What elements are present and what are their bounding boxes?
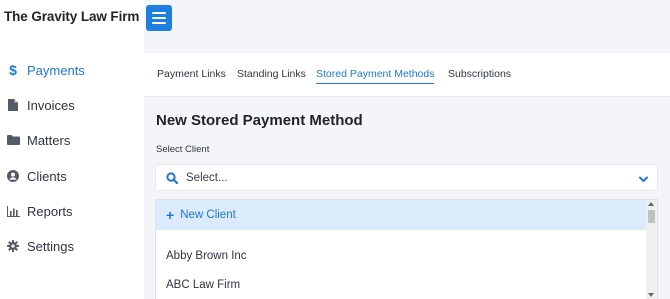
sidebar: The Gravity Law Firm $ Payments Invoices… — [0, 0, 144, 299]
tab-subscriptions[interactable]: Subscriptions — [448, 68, 511, 83]
search-icon — [165, 171, 179, 185]
client-option-label: ABC Law Firm — [166, 279, 241, 291]
tab-payment-links[interactable]: Payment Links — [157, 68, 226, 83]
plus-icon: + — [166, 207, 175, 223]
list-item[interactable]: Abby Brown Inc — [156, 241, 648, 271]
gear-icon — [0, 240, 27, 252]
user-circle-icon — [0, 170, 27, 182]
bar-chart-icon — [0, 205, 27, 217]
sidebar-item-label: Payments — [27, 62, 85, 78]
client-option-label: Abby Brown Inc — [166, 250, 247, 262]
sidebar-item-clients[interactable]: Clients — [0, 164, 144, 188]
sidebar-item-invoices[interactable]: Invoices — [0, 93, 144, 117]
hamburger-menu-icon[interactable] — [146, 5, 172, 31]
new-client-option[interactable]: + New Client — [156, 200, 648, 230]
sidebar-item-reports[interactable]: Reports — [0, 199, 144, 223]
firm-name: The Gravity Law Firm — [4, 9, 140, 24]
chevron-down-icon[interactable] — [638, 172, 649, 190]
new-client-label: New Client — [180, 209, 236, 221]
scroll-down-arrow-icon[interactable] — [648, 293, 654, 297]
client-select[interactable]: Select... — [155, 164, 658, 191]
select-client-label: Select Client — [156, 144, 210, 155]
folder-icon — [0, 135, 27, 145]
client-dropdown-list: + New Client Abby Brown Inc ABC Law Firm — [155, 199, 658, 299]
file-icon — [0, 99, 27, 111]
sidebar-item-label: Settings — [27, 238, 74, 254]
dollar-icon: $ — [9, 62, 17, 78]
sidebar-item-settings[interactable]: Settings — [0, 234, 144, 258]
scroll-up-arrow-icon[interactable] — [648, 202, 654, 206]
sidebar-item-label: Invoices — [27, 97, 75, 113]
top-bar — [144, 0, 670, 53]
select-placeholder: Select... — [186, 171, 228, 184]
sidebar-item-label: Reports — [27, 203, 73, 219]
page-title: New Stored Payment Method — [156, 112, 363, 129]
dropdown-scrollbar[interactable] — [646, 200, 657, 299]
tab-standing-links[interactable]: Standing Links — [237, 68, 306, 83]
main-content: New Stored Payment Method Select Client … — [144, 97, 670, 299]
sidebar-item-label: Matters — [27, 132, 71, 148]
sidebar-item-payments[interactable]: $ Payments — [0, 58, 144, 82]
tab-stored-payment-methods[interactable]: Stored Payment Methods — [316, 68, 435, 84]
scroll-thumb[interactable] — [648, 210, 655, 223]
list-item[interactable]: ABC Law Firm — [156, 270, 648, 299]
tab-bar: Payment Links Standing Links Stored Paym… — [144, 53, 670, 97]
sidebar-item-matters[interactable]: Matters — [0, 128, 144, 152]
sidebar-item-label: Clients — [27, 168, 67, 184]
